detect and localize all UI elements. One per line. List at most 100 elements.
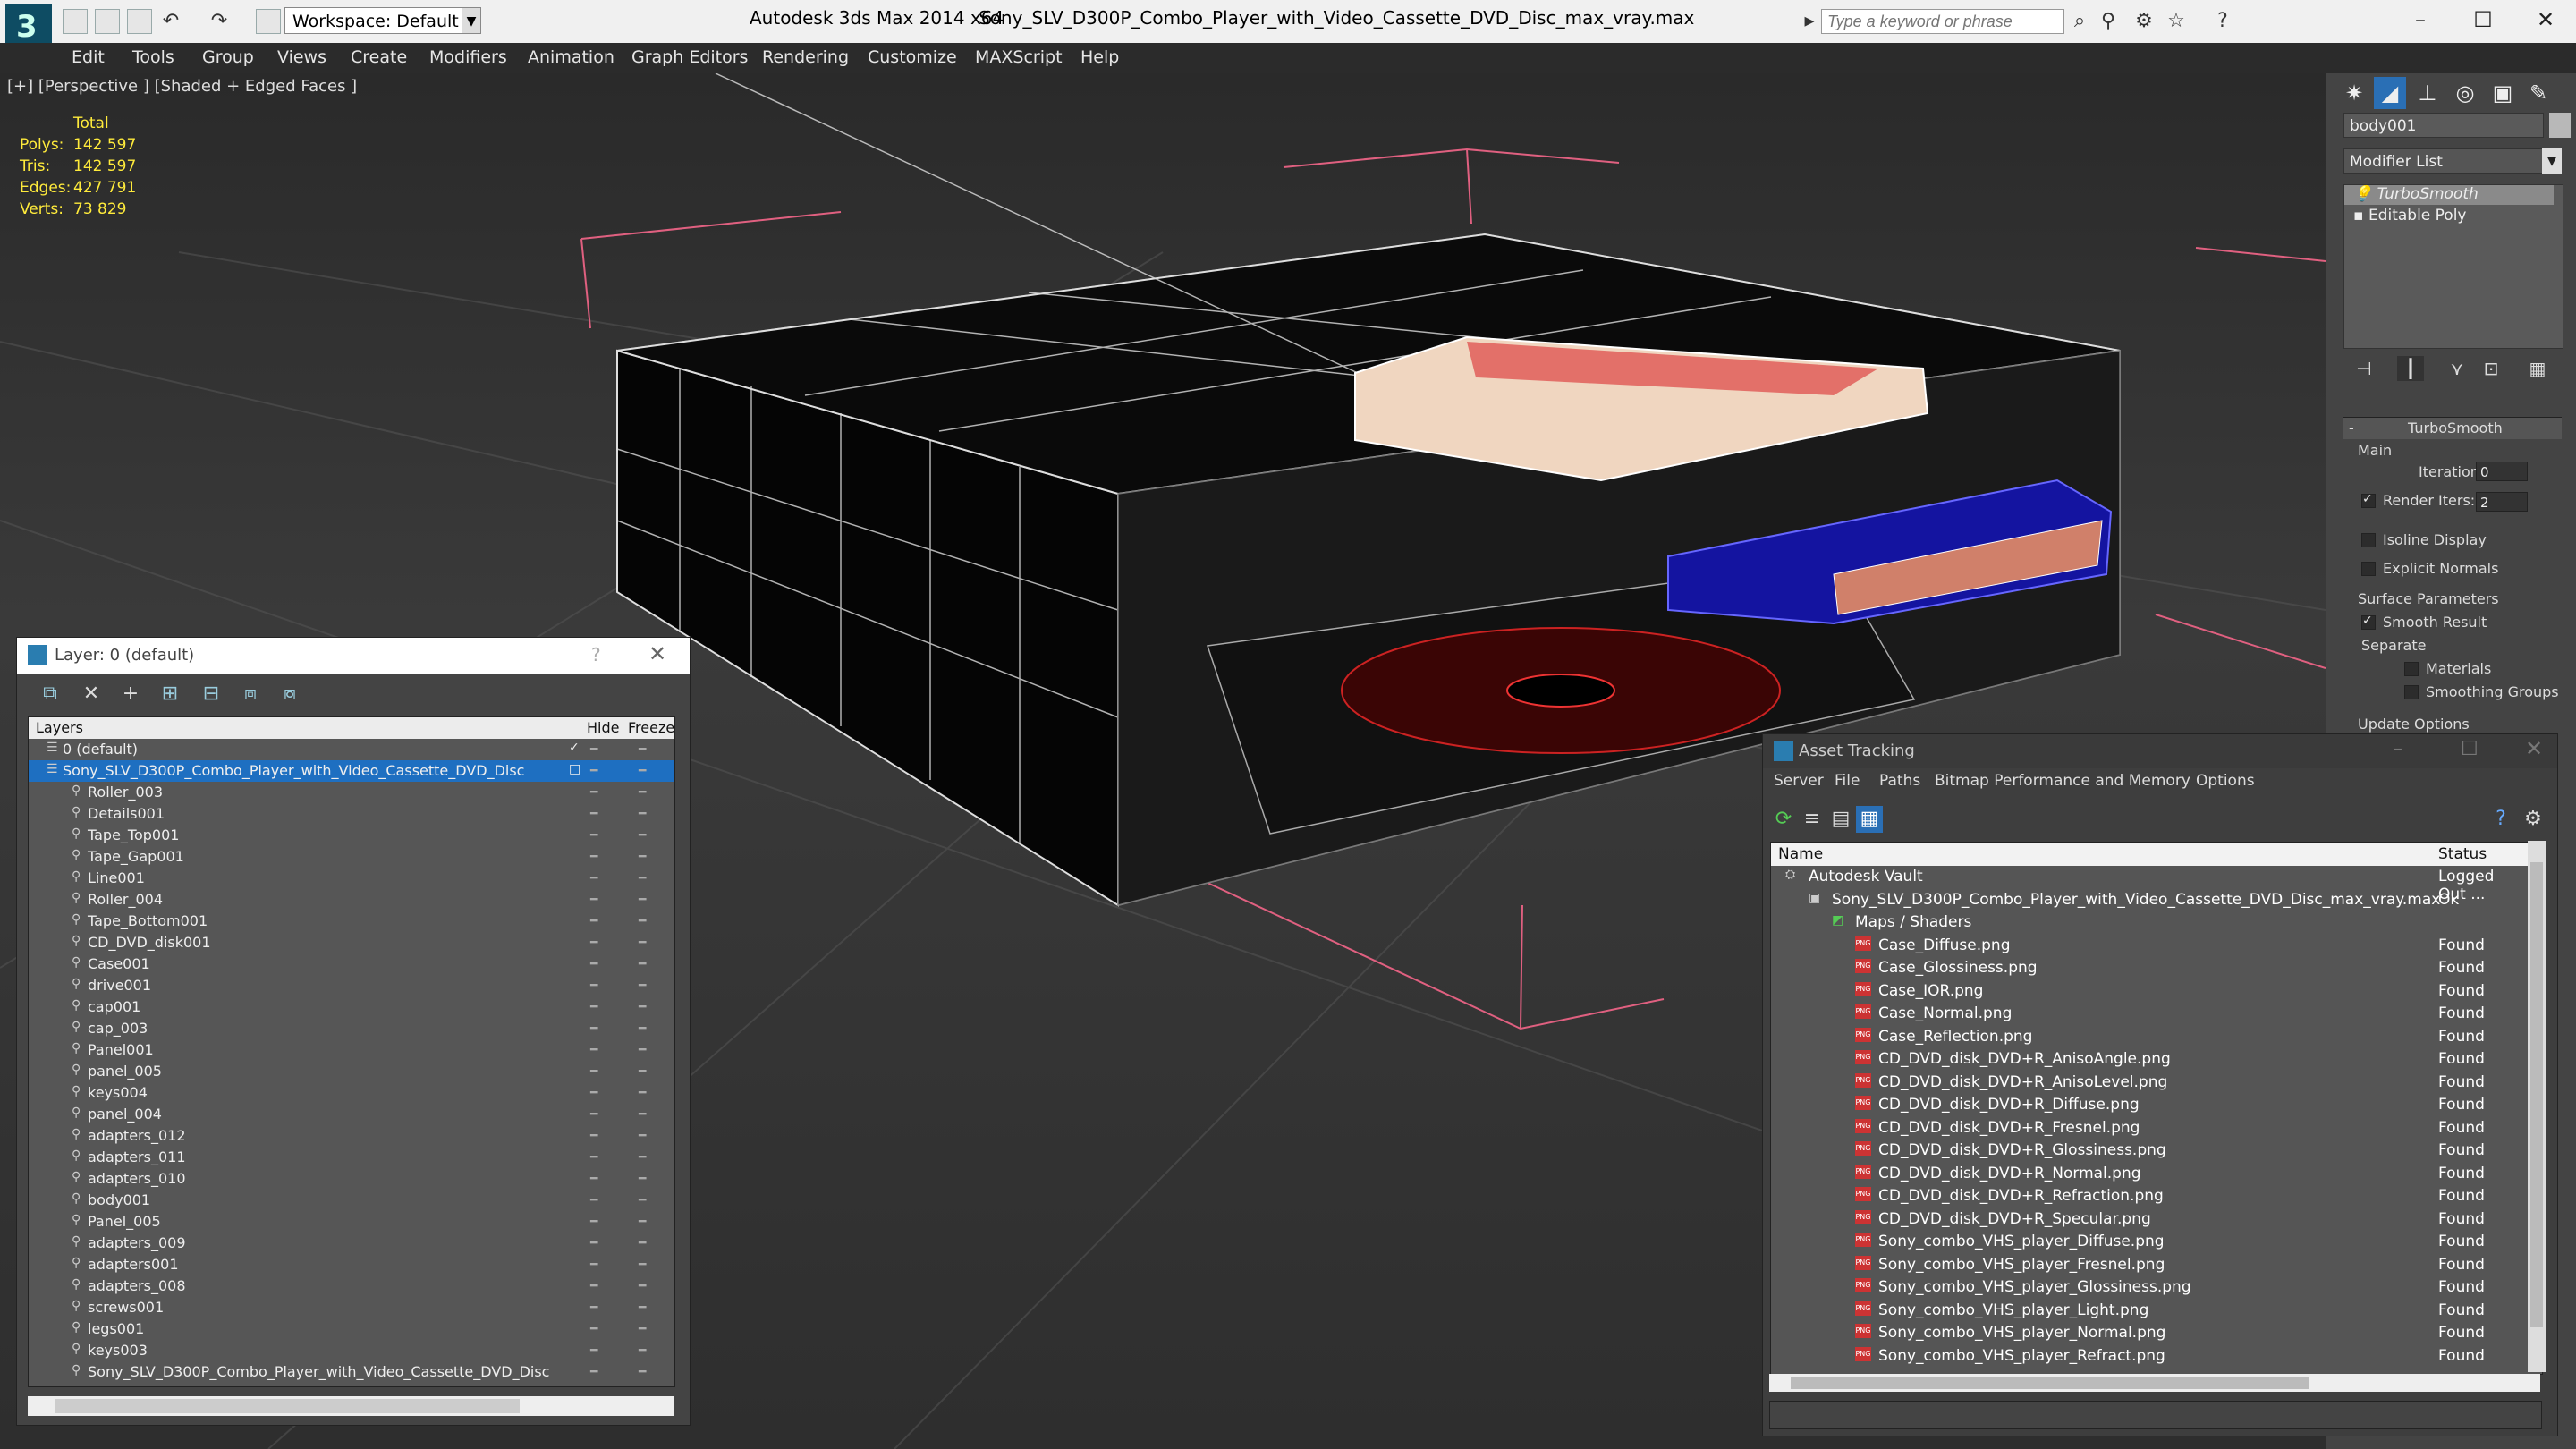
stack-item-turbosmooth[interactable]: 💡 TurboSmooth	[2344, 185, 2554, 205]
open-file-icon[interactable]	[95, 9, 120, 34]
settings-icon[interactable]: ⚙	[2520, 806, 2546, 833]
layer-row[interactable]: ⚲ adapters_009 ━ ━	[29, 1233, 674, 1254]
new-file-icon[interactable]	[63, 9, 88, 34]
modifier-list-dropdown[interactable]: Modifier List	[2343, 148, 2562, 174]
asset-row[interactable]: PNG Sony_combo_VHS_player_Normal.png Found	[1771, 1322, 2524, 1345]
create-tab-icon[interactable]: ✷	[2338, 77, 2370, 109]
iterations-spinner[interactable]: 0	[2476, 462, 2528, 481]
viewport-label[interactable]: [+] [Perspective ] [Shaded + Edged Faces…	[7, 77, 357, 96]
freeze-column-header[interactable]: Freeze	[628, 719, 674, 736]
freeze-toggle[interactable]: ━	[639, 1021, 646, 1036]
maximize-button[interactable]: ☐	[2456, 4, 2510, 36]
hide-toggle[interactable]: ━	[590, 1236, 597, 1250]
hide-toggle[interactable]: ━	[590, 1021, 597, 1036]
minimize-icon[interactable]: –	[2393, 738, 2402, 760]
materials-checkbox[interactable]	[2404, 662, 2419, 676]
help-icon[interactable]: ?	[2211, 9, 2234, 34]
status-column-header[interactable]: Status	[2438, 845, 2487, 863]
menu-graph-editors[interactable]: Graph Editors	[631, 47, 748, 67]
asset-path-field[interactable]	[1769, 1401, 2542, 1429]
render-iters-checkbox[interactable]: ✓	[2361, 492, 2376, 508]
freeze-toggle[interactable]: ━	[639, 1172, 646, 1186]
make-unique-icon[interactable]: ⋎	[2444, 356, 2470, 381]
freeze-toggle[interactable]: ━	[639, 785, 646, 800]
layer-row[interactable]: ⚲ Case001 ━ ━	[29, 953, 674, 975]
freeze-toggle[interactable]: ━	[639, 1279, 646, 1293]
freeze-toggle[interactable]: ━	[639, 1043, 646, 1057]
asset-menu-options[interactable]: Options	[2196, 772, 2255, 790]
asset-row[interactable]: ▣ Sony_SLV_D300P_Combo_Player_with_Video_…	[1771, 889, 2524, 912]
layer-row[interactable]: ⚲ Tape_Gap001 ━ ━	[29, 846, 674, 868]
menu-animation[interactable]: Animation	[528, 47, 614, 67]
horizontal-scrollbar[interactable]	[28, 1396, 674, 1416]
freeze-toggle[interactable]: ━	[639, 1258, 646, 1272]
asset-row[interactable]: PNG CD_DVD_disk_DVD+R_Fresnel.png Found	[1771, 1117, 2524, 1140]
layer-row[interactable]: ⚲ Panel_005 ━ ━	[29, 1211, 674, 1233]
smooth-result-checkbox[interactable]: ✓	[2361, 614, 2376, 630]
freeze-toggle[interactable]: ━	[639, 1064, 646, 1079]
set-current-box-icon[interactable]: □	[569, 762, 580, 776]
project-folder-icon[interactable]	[256, 9, 281, 34]
close-icon[interactable]: ✕	[648, 641, 666, 666]
freeze-toggle[interactable]: ━	[639, 914, 646, 928]
freeze-toggle[interactable]: ━	[639, 979, 646, 993]
isoline-checkbox[interactable]	[2361, 533, 2376, 547]
freeze-toggle[interactable]: ━	[639, 1236, 646, 1250]
layer-row[interactable]: ⚲ Details001 ━ ━	[29, 803, 674, 825]
remove-modifier-icon[interactable]: ⊡	[2478, 356, 2504, 381]
lightbulb-icon[interactable]: 💡	[2353, 185, 2377, 203]
chevron-down-icon[interactable]: ▼	[462, 7, 481, 34]
freeze-toggle[interactable]: ━	[639, 1086, 646, 1100]
workspace-dropdown[interactable]: Workspace: Default	[284, 7, 481, 34]
asset-row[interactable]: PNG Sony_combo_VHS_player_Fresnel.png Foun…	[1771, 1254, 2524, 1277]
vertical-scrollbar[interactable]	[2528, 841, 2546, 1372]
layer-row[interactable]: ⚲ adapters_010 ━ ━	[29, 1168, 674, 1190]
communication-icon[interactable]: ⚙	[2132, 9, 2156, 34]
hide-toggle[interactable]: ━	[590, 764, 597, 778]
configure-sets-icon[interactable]: ▦	[2524, 356, 2551, 381]
freeze-toggle[interactable]: ━	[639, 828, 646, 843]
horizontal-scrollbar[interactable]	[1769, 1374, 2540, 1392]
asset-menu-server[interactable]: Server	[1774, 772, 1824, 790]
asset-row[interactable]: ⛭ Autodesk Vault Logged Out ...	[1771, 866, 2524, 903]
hide-toggle[interactable]: ━	[590, 914, 597, 928]
minimize-button[interactable]: –	[2394, 4, 2447, 36]
thumbnail-view-icon[interactable]: ▤	[1827, 806, 1854, 833]
hide-toggle[interactable]: ━	[590, 850, 597, 864]
layer-row[interactable]: ⚲ Line001 ━ ━	[29, 868, 674, 889]
object-name-field[interactable]: body001	[2343, 113, 2544, 138]
layer-row[interactable]: ⚲ adapters_012 ━ ━	[29, 1125, 674, 1147]
layer-row[interactable]: ⚲ panel_005 ━ ━	[29, 1061, 674, 1082]
freeze-toggle[interactable]: ━	[639, 1107, 646, 1122]
layer-row[interactable]: ☰ Sony_SLV_D300P_Combo_Player_with_Video_…	[29, 760, 674, 782]
hide-toggle[interactable]: ━	[590, 1258, 597, 1272]
freeze-toggle[interactable]: ━	[639, 893, 646, 907]
hide-toggle[interactable]: ━	[590, 1215, 597, 1229]
layers-icon[interactable]: ⧉	[37, 681, 64, 708]
freeze-toggle[interactable]: ━	[639, 1000, 646, 1014]
asset-row[interactable]: PNG CD_DVD_disk_DVD+R_AnisoLevel.png Found	[1771, 1072, 2524, 1095]
menu-customize[interactable]: Customize	[868, 47, 957, 67]
delete-icon[interactable]: ✕	[78, 681, 105, 708]
hide-toggle[interactable]: ━	[590, 1193, 597, 1208]
menu-modifiers[interactable]: Modifiers	[429, 47, 507, 67]
asset-row[interactable]: PNG Case_Normal.png Found	[1771, 1003, 2524, 1026]
hide-toggle[interactable]: ━	[590, 1064, 597, 1079]
hide-toggle[interactable]: ━	[590, 936, 597, 950]
hide-toggle[interactable]: ━	[590, 1086, 597, 1100]
scroll-thumb[interactable]	[55, 1399, 520, 1413]
layer-row[interactable]: ⚲ keys004 ━ ━	[29, 1082, 674, 1104]
favorites-star-icon[interactable]: ☆	[2165, 9, 2188, 34]
layers-column-header[interactable]: Layers	[36, 719, 83, 736]
menu-tools[interactable]: Tools	[132, 47, 174, 67]
hide-toggle[interactable]: ━	[590, 1172, 597, 1186]
name-column-header[interactable]: Name	[1778, 845, 1823, 863]
chevron-down-icon[interactable]: ▼	[2542, 148, 2562, 174]
save-file-icon[interactable]	[127, 9, 152, 34]
menu-help[interactable]: Help	[1080, 47, 1119, 67]
menu-rendering[interactable]: Rendering	[762, 47, 849, 67]
asset-row[interactable]: PNG CD_DVD_disk_DVD+R_Specular.png Found	[1771, 1208, 2524, 1232]
asset-row[interactable]: PNG Sony_combo_VHS_player_Diffuse.png Foun…	[1771, 1231, 2524, 1254]
undo-icon[interactable]: ↶	[159, 9, 182, 34]
hide-toggle[interactable]: ━	[590, 871, 597, 886]
